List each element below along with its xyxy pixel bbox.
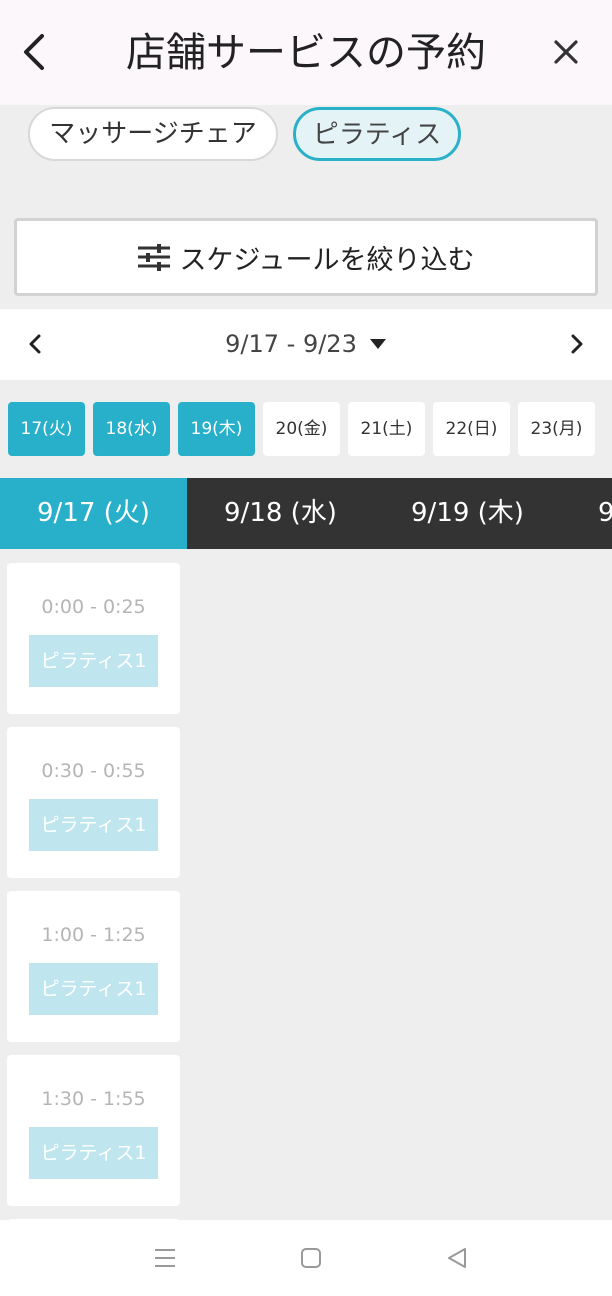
menu-icon: [155, 1249, 175, 1267]
chevron-left-icon: [24, 34, 44, 70]
close-button[interactable]: [544, 28, 588, 76]
filter-schedule-label: スケジュールを絞り込む: [179, 244, 475, 276]
tab-date-0919[interactable]: 9/19 (木): [374, 478, 561, 549]
day-chip-20[interactable]: 20(金): [263, 402, 340, 456]
tab-date-0917[interactable]: 9/17 (火): [0, 478, 187, 549]
filter-schedule-button[interactable]: スケジュールを絞り込む: [14, 218, 598, 296]
slot-service-name: ピラティス1: [29, 963, 158, 1015]
day-chips: 17(火) 18(水) 19(木) 20(金) 21(土) 22(日) 23(月…: [0, 380, 612, 478]
chip-massage-chair[interactable]: マッサージチェア: [28, 107, 278, 161]
triangle-back-icon: [448, 1248, 466, 1268]
back-button[interactable]: [10, 22, 56, 82]
day-chip-22[interactable]: 22(日): [433, 402, 510, 456]
time-slot-card[interactable]: 0:00 - 0:25 ピラティス1: [7, 563, 180, 714]
back-nav-button[interactable]: [435, 1236, 479, 1280]
chip-pilates[interactable]: ピラティス: [293, 107, 461, 161]
recent-apps-button[interactable]: [143, 1236, 187, 1280]
slot-service-name: ピラティス1: [29, 799, 158, 851]
week-navigator: 9/17 - 9/23: [0, 309, 612, 380]
time-slot-card[interactable]: 1:30 - 1:55 ピラティス1: [7, 1055, 180, 1206]
day-chip-19[interactable]: 19(木): [178, 402, 255, 456]
day-chip-17[interactable]: 17(火): [8, 402, 85, 456]
sliders-icon: [138, 244, 171, 271]
tab-date-0920[interactable]: 9/20 (金): [561, 478, 612, 549]
app-header: 店舗サービスの予約: [0, 0, 612, 105]
next-week-button[interactable]: [560, 323, 594, 365]
slot-service-name: ピラティス1: [29, 1127, 158, 1179]
slot-service-name: ピラティス1: [29, 635, 158, 687]
day-chip-23[interactable]: 23(月): [518, 402, 595, 456]
week-range-label: 9/17 - 9/23: [225, 330, 357, 358]
time-slot-card[interactable]: 0:30 - 0:55 ピラティス1: [7, 727, 180, 878]
chevron-right-icon: [571, 334, 583, 354]
week-range-dropdown[interactable]: 9/17 - 9/23: [200, 323, 412, 365]
slot-time: 0:30 - 0:55: [41, 760, 146, 782]
close-icon: [554, 40, 578, 64]
tab-date-0918[interactable]: 9/18 (水): [187, 478, 374, 549]
system-nav-bar: [0, 1220, 612, 1296]
day-chip-18[interactable]: 18(水): [93, 402, 170, 456]
home-button[interactable]: [289, 1236, 333, 1280]
category-chips: マッサージチェア ピラティス: [0, 105, 612, 205]
slot-time: 1:00 - 1:25: [41, 924, 146, 946]
chevron-left-icon: [29, 334, 41, 354]
date-tabs: 9/17 (火) 9/18 (水) 9/19 (木) 9/20 (金): [0, 478, 612, 549]
time-slot-card[interactable]: 1:00 - 1:25 ピラティス1: [7, 891, 180, 1042]
day-chip-21[interactable]: 21(土): [348, 402, 425, 456]
square-icon: [301, 1248, 321, 1268]
slot-time: 1:30 - 1:55: [41, 1088, 146, 1110]
slot-time: 0:00 - 0:25: [41, 596, 146, 618]
prev-week-button[interactable]: [18, 323, 52, 365]
caret-down-icon: [369, 339, 386, 349]
page-title: 店舗サービスの予約: [126, 30, 486, 76]
